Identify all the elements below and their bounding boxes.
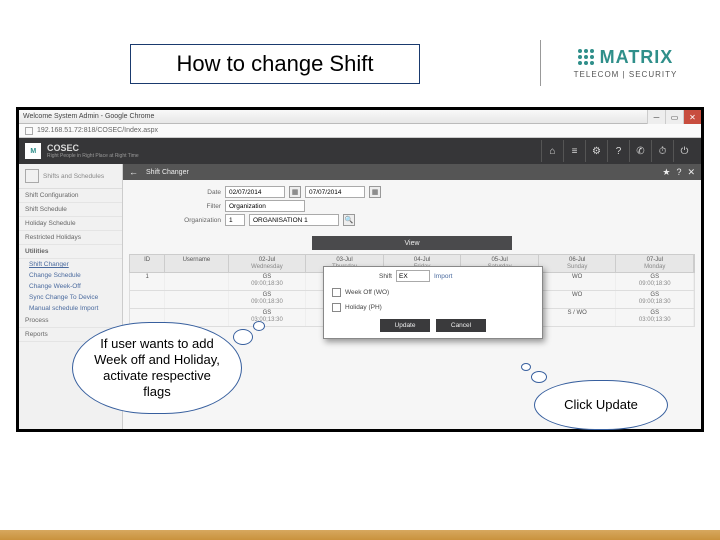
- help-icon[interactable]: ?: [607, 140, 629, 162]
- calendar-icon: [25, 169, 39, 183]
- callout-flags: If user wants to add Week off and Holida…: [72, 322, 242, 414]
- sidebar-sub-change-schedule[interactable]: Change Schedule: [19, 270, 122, 281]
- sidebar-item[interactable]: Restricted Holidays: [19, 231, 122, 245]
- menu-icon[interactable]: ≡: [563, 140, 585, 162]
- url-text: 192.168.51.72:818/COSEC/Index.aspx: [37, 127, 158, 134]
- callout-flags-text: If user wants to add Week off and Holida…: [89, 336, 225, 401]
- view-button[interactable]: View: [312, 236, 512, 250]
- logo-dots-icon: [578, 49, 596, 67]
- browser-titlebar: Welcome System Admin - Google Chrome ─ ▭…: [19, 110, 701, 124]
- sidebar-item[interactable]: Shift Configuration: [19, 189, 122, 203]
- cancel-button[interactable]: Cancel: [436, 319, 486, 332]
- logo-subtext: TELECOM | SECURITY: [574, 70, 678, 79]
- tab-title: Welcome System Admin - Google Chrome: [23, 113, 154, 120]
- sidebar-utilities-label: Utilities: [19, 245, 122, 259]
- calendar-icon[interactable]: ▦: [369, 186, 381, 198]
- org-label: Organization: [131, 217, 221, 224]
- weekoff-label: Week Off (WO): [345, 289, 389, 296]
- sidebar-sub-manual-import[interactable]: Manual schedule Import: [19, 303, 122, 314]
- org-name-input[interactable]: [249, 214, 339, 226]
- lookup-icon[interactable]: 🔍: [343, 214, 355, 226]
- org-code-input[interactable]: [225, 214, 245, 226]
- power-icon[interactable]: ⏻: [673, 140, 695, 162]
- holiday-label: Holiday (PH): [345, 304, 382, 311]
- star-icon[interactable]: ★: [662, 167, 670, 178]
- maximize-button[interactable]: ▭: [665, 110, 683, 124]
- back-arrow-icon[interactable]: ←: [129, 167, 138, 177]
- app-header: M COSEC Right People in Right Place at R…: [19, 138, 701, 164]
- calendar-icon[interactable]: ▦: [289, 186, 301, 198]
- product-name: COSEC: [47, 144, 139, 153]
- product-tagline: Right People in Right Place at Right Tim…: [47, 154, 139, 159]
- sidebar-sub-change-weekoff[interactable]: Change Week-Off: [19, 281, 122, 292]
- panel-close-icon[interactable]: ✕: [687, 167, 695, 178]
- popup-import-link[interactable]: Import: [434, 273, 452, 280]
- panel-title-bar: ← Shift Changer ★ ? ✕: [123, 164, 701, 180]
- home-icon[interactable]: ⌂: [541, 140, 563, 162]
- date-from-input[interactable]: [225, 186, 285, 198]
- footer-decor: [0, 530, 720, 540]
- app-logo-icon: M: [25, 143, 41, 159]
- holiday-checkbox[interactable]: [332, 303, 341, 312]
- matrix-logo: MATRIX TELECOM | SECURITY: [540, 40, 700, 86]
- filter-select[interactable]: [225, 200, 305, 212]
- sidebar-sub-shift-changer[interactable]: Shift Changer: [19, 259, 122, 270]
- phone-icon[interactable]: ✆: [629, 140, 651, 162]
- filter-block: Date ▦ ▦ Filter Organization 🔍: [123, 180, 701, 232]
- col-username: Username: [183, 257, 211, 263]
- update-button[interactable]: Update: [380, 319, 430, 332]
- callout-update-text: Click Update: [564, 397, 638, 413]
- weekoff-checkbox[interactable]: [332, 288, 341, 297]
- sidebar-item[interactable]: Holiday Schedule: [19, 217, 122, 231]
- date-to-input[interactable]: [305, 186, 365, 198]
- browser-url-bar: 192.168.51.72:818/COSEC/Index.aspx: [19, 124, 701, 138]
- callout-update: Click Update: [534, 380, 668, 430]
- date-label: Date: [131, 189, 221, 196]
- slide-title: How to change Shift: [177, 51, 374, 77]
- close-button[interactable]: ✕: [683, 110, 701, 124]
- help-icon[interactable]: ?: [676, 167, 681, 178]
- slide-title-box: How to change Shift: [130, 44, 420, 84]
- filter-label: Filter: [131, 203, 221, 210]
- shift-edit-popup: Shift Import Week Off (WO) Holiday (PH) …: [323, 266, 543, 339]
- page-icon: [25, 127, 33, 135]
- panel-title: Shift Changer: [146, 169, 189, 176]
- time-icon[interactable]: ⏱: [651, 140, 673, 162]
- sidebar-process[interactable]: Process: [19, 314, 122, 328]
- sidebar-sub-sync[interactable]: Sync Change To Device: [19, 292, 122, 303]
- col-id: ID: [144, 257, 150, 263]
- window-buttons: ─ ▭ ✕: [647, 110, 701, 124]
- logo-brand: MATRIX: [600, 47, 674, 68]
- sidebar-section-label: Shifts and Schedules: [43, 173, 104, 180]
- sidebar-item[interactable]: Shift Schedule: [19, 203, 122, 217]
- popup-shift-label: Shift: [332, 273, 392, 280]
- gear-icon[interactable]: ⚙: [585, 140, 607, 162]
- minimize-button[interactable]: ─: [647, 110, 665, 124]
- sidebar-section-header: Shifts and Schedules: [19, 164, 122, 189]
- popup-shift-input[interactable]: [396, 270, 430, 282]
- header-icons: ⌂ ≡ ⚙ ? ✆ ⏱ ⏻: [541, 140, 695, 162]
